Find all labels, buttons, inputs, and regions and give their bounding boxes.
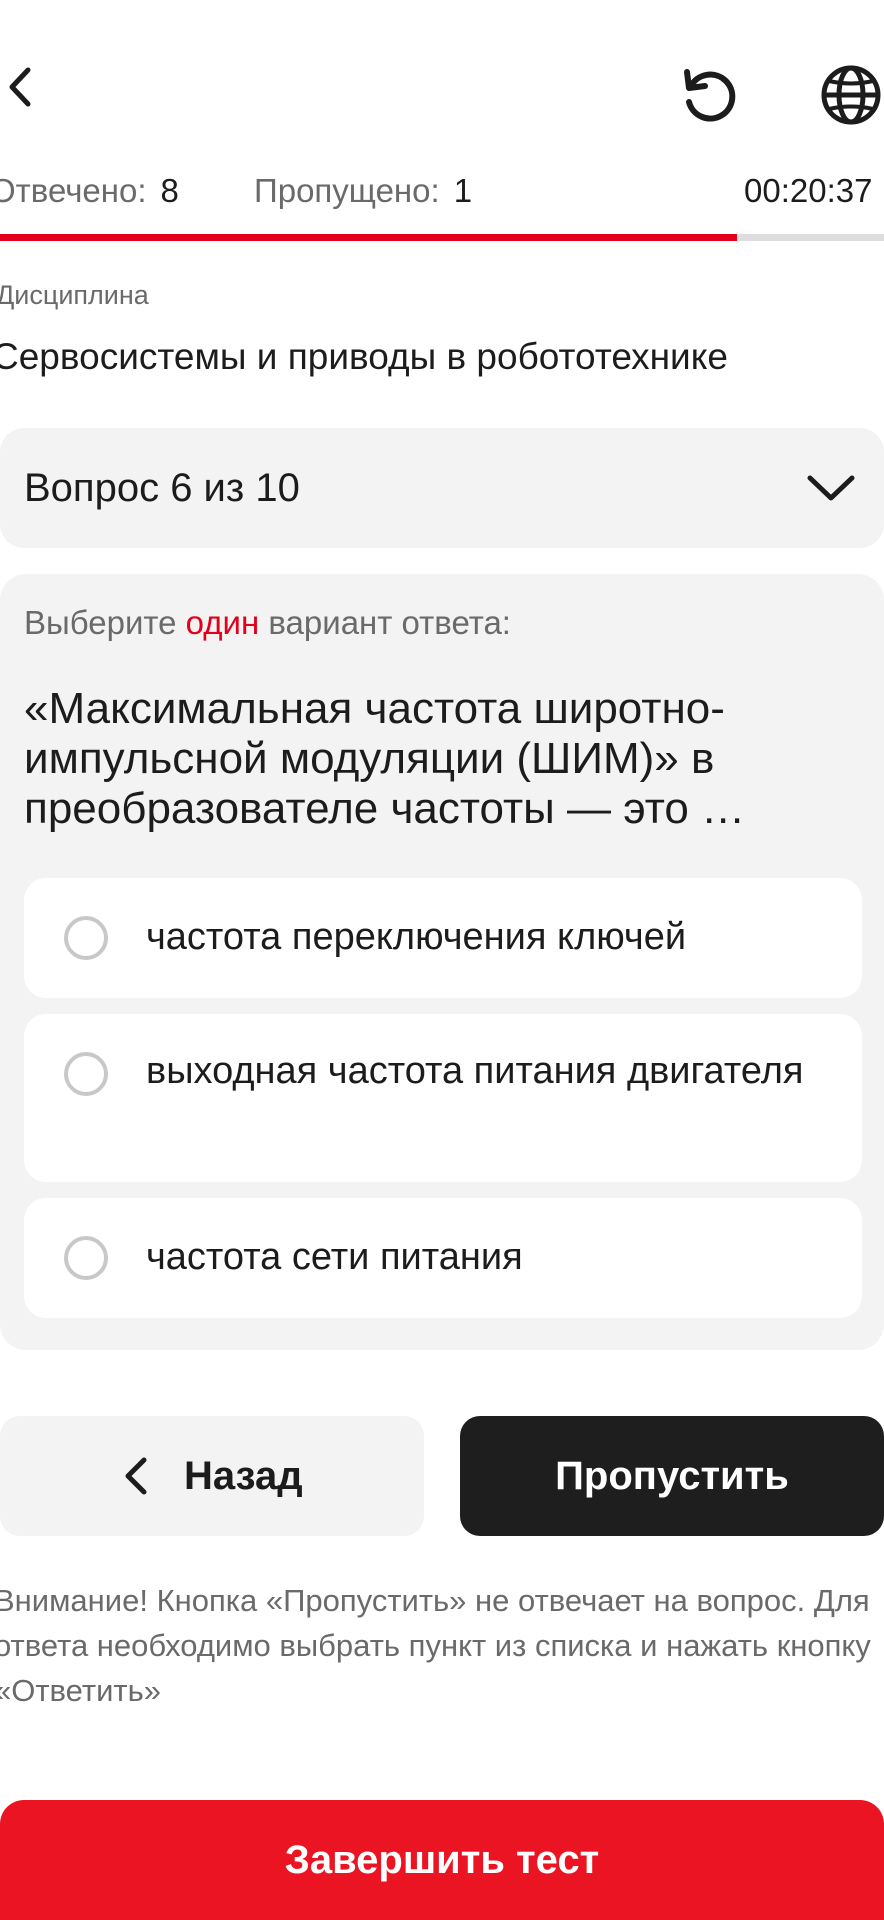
radio-button[interactable] [64, 916, 108, 960]
finish-test-label: Завершить тест [284, 1838, 600, 1882]
question-selector[interactable]: Вопрос 6 из 10 [0, 428, 884, 548]
answer-option[interactable]: частота сети питания [24, 1198, 862, 1318]
answered-counter: Отвечено: 8 [0, 172, 179, 210]
skip-button[interactable]: Пропустить [460, 1416, 884, 1536]
reload-button[interactable] [672, 60, 748, 130]
previous-question-label: Назад [184, 1454, 303, 1498]
reload-icon [684, 69, 736, 122]
question-text: «Максимальная частота широтно-импульсной… [24, 684, 746, 833]
answer-option[interactable]: выходная частота питания двигателя [24, 1014, 862, 1182]
answer-instruction: Выберите один вариант ответа: [24, 604, 511, 642]
discipline-name: Сервосистемы и приводы в робототехнике [0, 336, 728, 377]
radio-button[interactable] [64, 1052, 108, 1096]
skipped-counter: Пропущено: 1 [254, 172, 472, 210]
question-card: Выберите один вариант ответа: «Максималь… [0, 574, 884, 1350]
skipped-value: 1 [453, 172, 473, 209]
answer-option[interactable]: частота переключения ключей [24, 878, 862, 998]
previous-question-button[interactable]: Назад [0, 1416, 424, 1536]
chevron-down-icon [807, 475, 855, 501]
timer: 00:20:37 [744, 172, 873, 209]
answer-option-label: выходная частота питания двигателя [146, 1050, 804, 1092]
skip-button-label: Пропустить [555, 1454, 789, 1498]
answered-label: Отвечено: [0, 172, 147, 209]
top-bar [0, 0, 884, 160]
radio-button[interactable] [64, 1236, 108, 1280]
instruction-suffix: вариант ответа: [259, 604, 511, 641]
language-button[interactable] [818, 60, 884, 130]
question-selector-label: Вопрос 6 из 10 [24, 466, 300, 510]
test-screen: Отвечено: 8 Пропущено: 1 00:20:37 Дисципли… [0, 0, 884, 1920]
answered-value: 8 [160, 172, 179, 209]
skip-warning: Внимание! Кнопка «Пропустить» не отвечае… [0, 1583, 871, 1708]
finish-test-button[interactable]: Завершить тест [0, 1800, 884, 1920]
globe-icon [821, 65, 881, 125]
back-button[interactable] [0, 52, 60, 122]
progress-fill [0, 234, 738, 241]
answer-option-label: частота переключения ключей [146, 916, 687, 958]
progress-bar [0, 234, 884, 241]
chevron-left-icon [125, 1457, 147, 1495]
skipped-label: Пропущено: [254, 172, 440, 209]
answer-option-label: частота сети питания [146, 1236, 523, 1278]
instruction-prefix: Выберите [24, 604, 186, 641]
chevron-left-icon [9, 67, 31, 107]
instruction-accent: один [185, 604, 260, 641]
discipline-label: Дисциплина [0, 280, 149, 310]
status-row: Отвечено: 8 Пропущено: 1 00:20:37 [0, 168, 884, 220]
